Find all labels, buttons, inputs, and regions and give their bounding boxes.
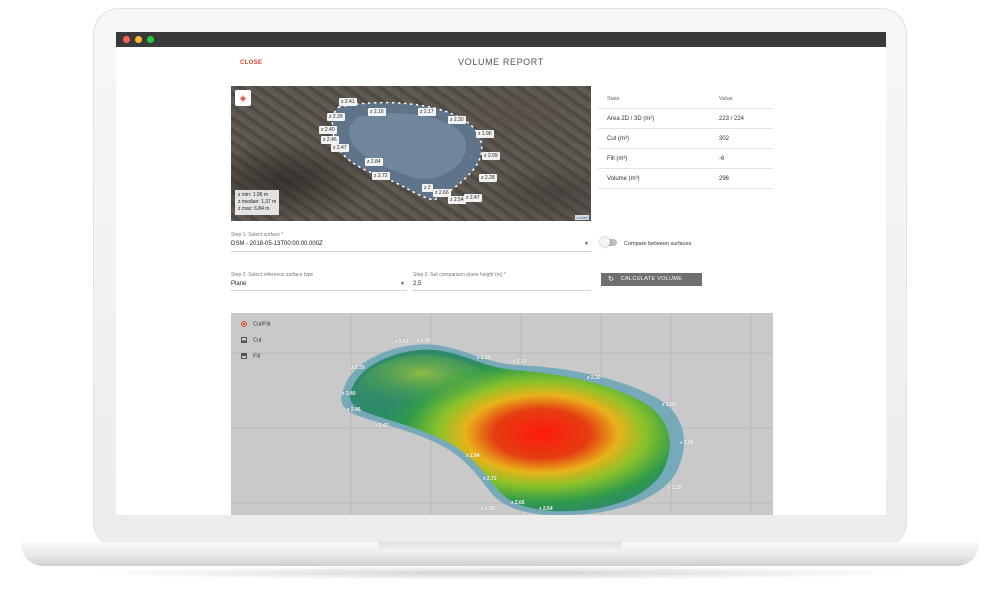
map-height-label: z 2.72 [372,172,390,180]
map-height-label: z 1.96 [476,130,494,138]
plane-height-underline [413,290,591,291]
legend-fill[interactable]: Fill [241,353,260,359]
chevron-down-icon[interactable]: ▼ [400,281,405,287]
table-row: Cut (m³) 302 [598,129,773,149]
z-median-text: z median: 1.37 m [238,199,277,205]
map-view[interactable]: ◈ z min: 1.96 m z median: 1.37 m z max: … [231,86,591,221]
map-height-label: z 2.46 [321,136,339,144]
table-row: Volume (m³) 296 [598,169,773,189]
window-titlebar [116,32,886,47]
reference-type-select[interactable]: Plane [231,281,246,287]
map-attribution[interactable]: Leaflet [574,215,589,220]
z-max-text: z max: 6.84 m [238,206,270,212]
stats-header-row: Stats Value [598,89,773,109]
fill-icon[interactable] [241,353,247,359]
window-maximize-dot[interactable] [147,36,154,43]
laptop-notch [378,542,622,552]
surface-select[interactable]: DSM - 2018-05-13T00:00:00.000Z [231,241,323,247]
map-height-label: z 2.47 [464,194,482,202]
terrain-height-label: z 2.47 [375,423,389,429]
map-height-label: z 2.39 [327,113,345,121]
terrain-height-label: z 2.56 [481,506,495,512]
legend-cut[interactable]: Cut [241,337,262,343]
laptop-shadow [80,566,920,580]
map-height-label: z 2.40 [319,126,337,134]
terrain-height-label: z 2.41 [395,339,409,345]
stat-label: Fill (m³) [607,156,628,162]
map-z-stats: z min: 1.96 m z median: 1.37 m z max: 6.… [235,190,280,215]
stat-label: Cut (m³) [607,136,629,142]
terrain-height-label: z 1.96 [662,402,676,408]
terrain-height-label: z 2.46 [347,407,361,413]
calculate-volume-label: CALCULATE VOLUME [620,276,683,282]
surface-select-underline [231,251,591,252]
page-title: VOLUME REPORT [458,57,544,67]
map-height-label: z 2.47 [331,144,349,152]
terrain-height-label: z 2.19 [477,355,491,361]
value-column-header: Value [719,96,733,102]
terrain-height-label: z 2.40 [342,391,356,397]
cut-icon[interactable] [241,337,247,343]
compare-toggle-knob[interactable] [600,237,610,247]
volume-3d-view[interactable]: Cut/Fill Cut Fill z 2.41 z 2.42 z 2.39 z… [231,313,773,515]
close-button[interactable]: CLOSE [240,60,262,66]
map-height-label: z 2.41 [339,98,357,106]
terrain-height-label: z 2.54 [539,506,553,512]
stat-value: -6 [719,156,725,162]
step2-label: Step 2: Select reference surface type [231,272,314,278]
map-height-label: z 2.84 [365,158,383,166]
stat-value: 223 / 224 [719,116,745,122]
refresh-icon: ↻ [608,276,615,283]
stat-label: Volume (m³) [607,176,640,182]
terrain-height-label: z 2.66 [511,500,525,506]
terrain-height-label: z 2.39 [351,365,365,371]
terrain-height-label: z 2.09 [680,440,694,446]
map-height-label: z 2.30 [448,116,466,124]
window-close-dot[interactable] [123,36,130,43]
legend-cut-fill[interactable]: Cut/Fill [241,321,270,327]
app-screen: VOLUME REPORT CLOSE ◈ z min: 1.96 m z me… [116,32,886,515]
table-row: Fill (m³) -6 [598,149,773,169]
stats-column-header: Stats [607,96,620,102]
step1-label: Step 1: Select surface * [231,232,284,238]
chevron-down-icon[interactable]: ▼ [584,241,589,247]
terrain-height-label: z 2.72 [483,476,497,482]
stat-value: 296 [719,176,730,182]
reference-type-underline [231,290,407,291]
z-min-text: z min: 1.96 m [238,192,269,198]
legend-label: Cut [253,337,262,344]
map-height-label: z 2.17 [418,108,436,116]
window-minimize-dot[interactable] [135,36,142,43]
stat-value: 302 [719,136,730,142]
map-height-label: z 2 [422,184,433,192]
map-height-label: z 2.09 [482,152,500,160]
terrain-height-label: z 2.84 [466,453,480,459]
laptop-mockup: VOLUME REPORT CLOSE ◈ z min: 1.96 m z me… [0,0,1000,599]
map-height-label: z 2.16 [368,108,386,116]
stat-label: Area 2D / 3D (m²) [607,116,655,122]
table-row: Area 2D / 3D (m²) 223 / 224 [598,109,773,129]
pit-outline [331,101,483,201]
legend-label: Cut/Fill [253,321,271,328]
terrain-height-label: z 2.17 [513,359,527,365]
layers-icon[interactable]: ◈ [235,90,251,106]
terrain-height-label: z 2.28 [668,485,682,491]
step3-label: Step 3: Set comparison plane height (m) … [413,272,506,278]
terrain-height-label: z 2.42 [417,338,431,344]
calculate-volume-button[interactable]: ↻ CALCULATE VOLUME [601,273,702,286]
compare-label: Compare between surfaces [624,241,692,247]
plane-height-input[interactable]: 2,5 [413,281,421,287]
map-height-label: z 2.28 [479,174,497,182]
legend-label: Fill [253,353,261,360]
radio-selected-icon[interactable] [241,321,247,327]
terrain-height-label: z 2.30 [587,375,601,381]
terrain-render [231,313,773,515]
stats-table: Stats Value Area 2D / 3D (m²) 223 / 224 … [598,89,773,189]
map-height-label: z 2.54 [448,196,466,204]
